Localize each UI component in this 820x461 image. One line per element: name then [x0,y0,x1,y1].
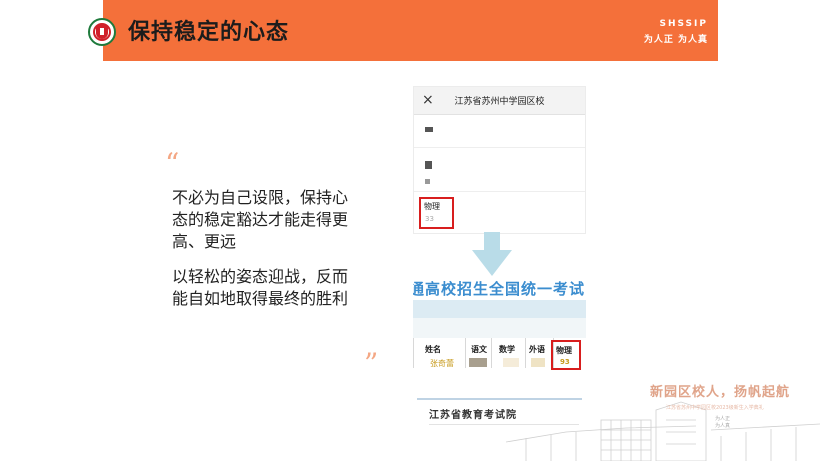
blurred-score [469,358,487,367]
column-header: 姓名 [425,345,441,354]
open-quote-icon: “ [165,147,180,180]
brand-code: SHSSIP [659,19,708,29]
blurred-text [425,127,433,132]
column-header: 物理 [556,346,572,355]
close-quote-icon: ” [364,347,379,380]
blurred-text [425,161,432,169]
close-icon[interactable]: × [422,92,434,108]
column-header: 数学 [499,345,515,354]
doc-header-text: 通高校招生全国统一考试 [413,280,586,298]
school-logo-icon [88,18,116,46]
quote-paragraph-2: 以轻松的姿态迎战，反而能自如地取得最终的胜利 [172,267,349,308]
doc-band [413,300,586,318]
divider [414,147,585,148]
column-header: 外语 [529,345,545,354]
campus-slogan: 新园区校人，扬帆起航 [650,385,791,400]
quote-paragraph-1: 不必为自己设限，保持心态的稳定豁达才能走得更高、更远 [172,188,349,251]
phone-title: 江苏省苏州中学园区校 [454,97,545,107]
blurred-score [531,358,545,367]
phone-screenshot: × 江苏省苏州中学园区校 物理 33 [413,86,586,234]
campus-slogan-sub: 江苏省苏州中学园区校2023级新生入学典礼 [666,405,764,411]
issuer-name: 江苏省教育考试院 [429,410,517,421]
divider [414,191,585,192]
blurred-score [503,358,519,367]
highlight-box-physics-result: 物理 93 [551,340,581,370]
down-arrow-icon [472,232,512,276]
mini-motto: 为人正 为人真 [715,416,731,429]
highlight-box-physics: 物理 33 [419,197,454,229]
subject-label: 物理 [424,202,440,211]
student-name: 张奇蕾 [430,359,454,368]
phone-title-bar: × 江苏省苏州中学园区校 [414,87,585,115]
column-header: 语文 [471,345,487,354]
physics-score: 93 [560,358,570,366]
brand-block: SHSSIP 为人正 为人真 [644,19,708,45]
score-value: 33 [425,215,434,223]
blurred-text [425,179,430,184]
brand-motto: 为人正 为人真 [643,35,708,45]
page-title: 保持稳定的心态 [128,20,290,45]
